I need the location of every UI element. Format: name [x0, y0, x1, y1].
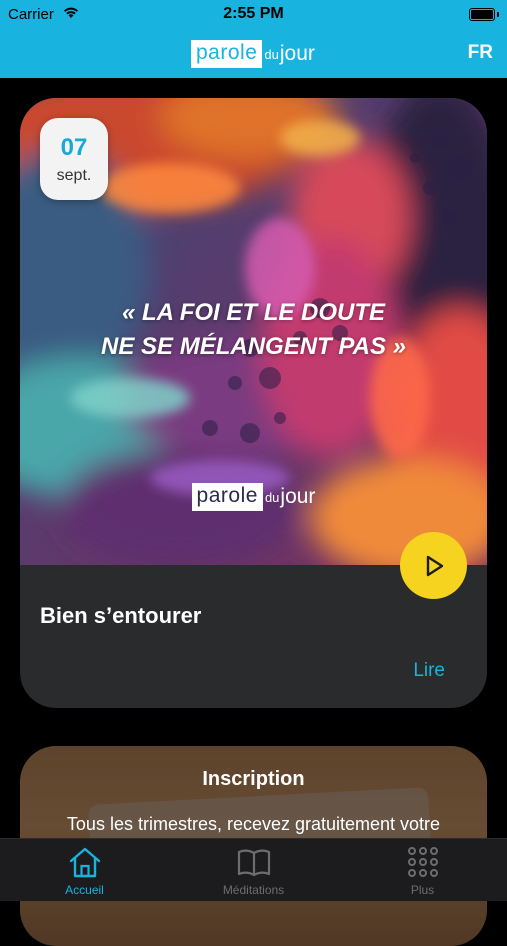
- tab-plus[interactable]: Plus: [338, 839, 507, 901]
- book-icon: [237, 849, 270, 877]
- tab-meditations[interactable]: Méditations: [169, 839, 338, 901]
- status-bar: Carrier 2:55 PM: [0, 0, 507, 30]
- app-logo: parole du jour: [191, 30, 315, 78]
- featured-artwork: 07 sept. « LA FOI ET LE DOUTE NE SE MÉLA…: [20, 98, 487, 565]
- tab-bar: Accueil Méditations Plus: [0, 838, 507, 901]
- logo-word-jour: jour: [279, 42, 315, 65]
- play-button[interactable]: [400, 532, 467, 599]
- grid-icon: [407, 847, 438, 877]
- date-month: sept.: [56, 167, 92, 184]
- logo-word-du: du: [264, 46, 279, 62]
- nav-bar: parole du jour FR: [0, 30, 507, 78]
- quote-line-1: « LA FOI ET LE DOUTE: [121, 299, 386, 326]
- meditation-title: Bien s’entourer: [40, 603, 202, 628]
- date-badge: 07 sept.: [40, 118, 108, 200]
- artwork-logo-jour: jour: [280, 485, 316, 508]
- status-time: 2:55 PM: [223, 5, 284, 22]
- quote-text: « LA FOI ET LE DOUTE NE SE MÉLANGENT PAS…: [20, 296, 487, 364]
- logo-word-parole: parole: [191, 40, 263, 68]
- tab-accueil[interactable]: Accueil: [0, 839, 169, 901]
- language-button[interactable]: FR: [468, 42, 493, 64]
- battery-icon: [469, 8, 499, 21]
- tab-label-plus: Plus: [410, 883, 435, 897]
- home-icon: [69, 847, 100, 878]
- featured-card[interactable]: 07 sept. « LA FOI ET LE DOUTE NE SE MÉLA…: [20, 98, 487, 708]
- play-icon: [426, 555, 443, 576]
- signup-title: Inscription: [202, 768, 305, 790]
- artwork-logo: parole du jour: [20, 483, 487, 511]
- tab-label-accueil: Accueil: [65, 883, 104, 897]
- artwork-logo-parole: parole: [191, 483, 263, 511]
- signup-description: Tous les trimestres, recevez gratuitemen…: [66, 814, 441, 834]
- artwork-logo-du: du: [264, 489, 280, 505]
- quote-line-2: NE SE MÉLANGENT PAS »: [101, 333, 406, 360]
- read-link[interactable]: Lire: [413, 660, 445, 682]
- tab-label-meditations: Méditations: [222, 883, 285, 897]
- date-day: 07: [60, 134, 88, 161]
